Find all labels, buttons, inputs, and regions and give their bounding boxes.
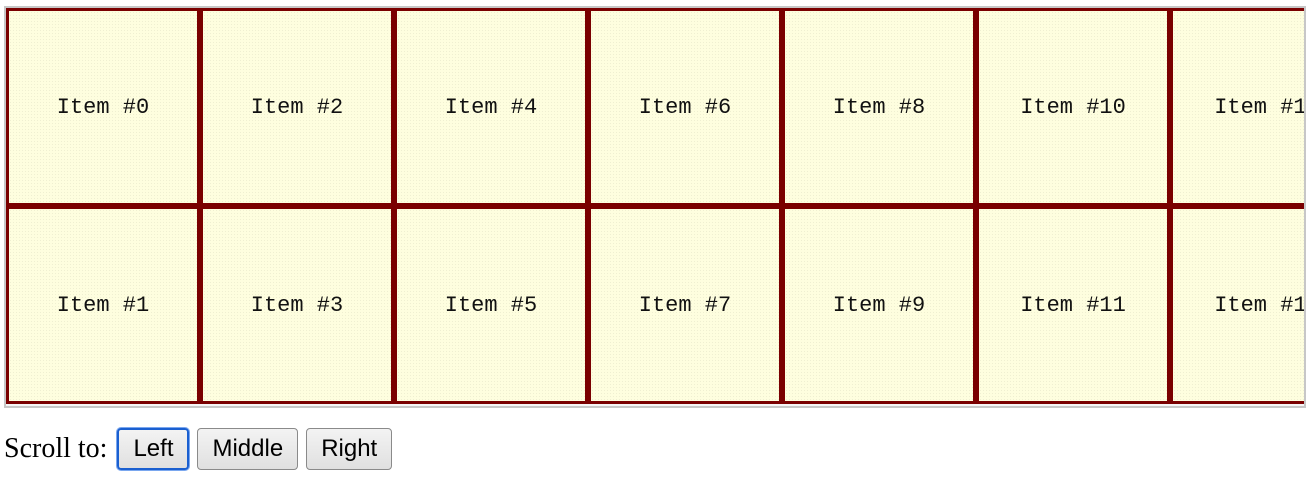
grid-item: Item #0 — [6, 8, 200, 206]
grid-item: Item #6 — [588, 8, 782, 206]
grid-item: Item #5 — [394, 206, 588, 404]
scroll-right-button[interactable]: Right — [306, 428, 393, 470]
item-grid: Item #0 Item #1 Item #2 Item #3 Item #4 Item … — [6, 8, 1304, 404]
grid-item: Item #10 — [976, 8, 1170, 206]
grid-item: Item #2 — [200, 8, 394, 206]
grid-item: Item #12 — [1170, 8, 1304, 206]
scroll-container[interactable]: Item #0 Item #1 Item #2 Item #3 Item #4 Item … — [4, 6, 1306, 408]
scroll-to-label: Scroll to: — [4, 433, 108, 464]
grid-item: Item #3 — [200, 206, 394, 404]
grid-item: Item #1 — [6, 206, 200, 404]
grid-item: Item #9 — [782, 206, 976, 404]
grid-item: Item #4 — [394, 8, 588, 206]
grid-item: Item #11 — [976, 206, 1170, 404]
grid-item: Item #13 — [1170, 206, 1304, 404]
scroll-middle-button[interactable]: Middle — [197, 428, 299, 470]
scroll-left-button[interactable]: Left — [117, 428, 190, 470]
grid-item: Item #8 — [782, 8, 976, 206]
scroll-controls: Scroll to: Left Middle Right — [4, 428, 393, 470]
grid-item: Item #7 — [588, 206, 782, 404]
